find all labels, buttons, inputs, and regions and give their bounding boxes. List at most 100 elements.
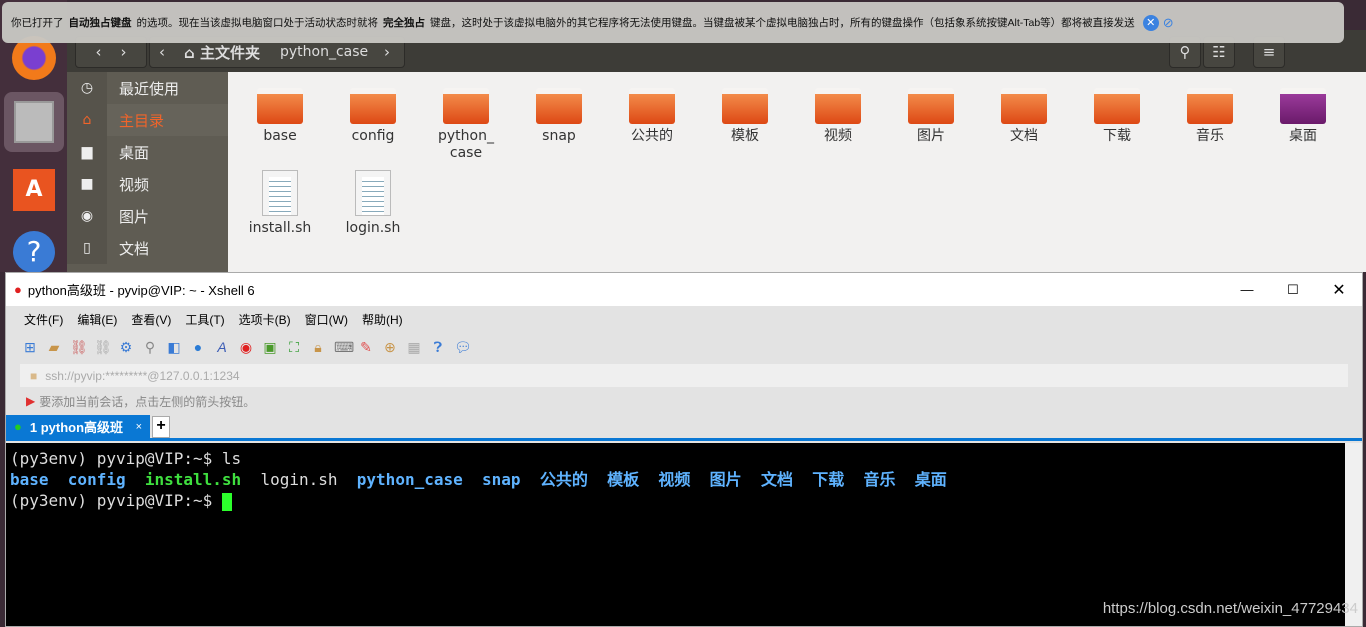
- file-label: 图片: [917, 128, 945, 144]
- connect-icon[interactable]: ⛓: [70, 339, 88, 356]
- sidebar-item-recent[interactable]: ◷ 最近使用: [67, 72, 228, 104]
- new-tab-button[interactable]: +: [152, 416, 170, 438]
- file-item[interactable]: 下载: [1071, 88, 1163, 145]
- clock-icon: ◷: [67, 72, 107, 104]
- folder-icon: [908, 88, 954, 124]
- terminal[interactable]: (py3env) pyvip@VIP:~$ ls base config inst…: [6, 443, 1346, 626]
- sidebar-label: 桌面: [119, 143, 150, 162]
- file-label: 下载: [1103, 128, 1131, 144]
- ls-entry: install.sh: [144, 470, 242, 489]
- path-python-case[interactable]: python_case: [270, 44, 378, 60]
- files-app-icon[interactable]: [4, 92, 64, 152]
- address-bar[interactable]: ■ ssh://pyvip:*********@127.0.0.1:1234: [20, 364, 1348, 387]
- xftp-icon[interactable]: ▣: [262, 339, 278, 356]
- tab-session[interactable]: ● 1 python高级班 ×: [6, 415, 150, 438]
- menu-edit[interactable]: 编辑(E): [77, 311, 117, 328]
- toolbar: ⊞ ▰ ⛓ ⛓ ⚙ ⚲ ◧ ● A ◉ ▣ ⛶ 🔒︎ ⌨ ✎ ⊕ ▦ ❓︎ 💬︎: [6, 332, 1362, 362]
- terminal-scrollbar[interactable]: [1345, 443, 1362, 626]
- menu-help[interactable]: 帮助(H): [362, 311, 403, 328]
- folder-icon: [722, 88, 768, 124]
- xshell-icon[interactable]: ◉: [238, 339, 254, 356]
- file-item[interactable]: login.sh: [327, 170, 419, 237]
- open-folder-icon[interactable]: ▰: [46, 339, 62, 356]
- no-notify-icon[interactable]: ⊘: [1163, 15, 1174, 31]
- file-item[interactable]: 音乐: [1164, 88, 1256, 145]
- script-file-icon: [355, 170, 391, 216]
- file-label: config: [351, 128, 395, 144]
- ls-entry: 图片: [709, 470, 742, 489]
- file-grid: base config python_ case snap 公共的 模板 视频 图片 文档 下载 音…: [228, 72, 1366, 272]
- document-icon: ▯: [67, 232, 107, 264]
- bookmark-arrow-icon[interactable]: ▶: [26, 394, 35, 408]
- file-manager-window: ‹ › ‹ ⌂ 主文件夹 python_case › ⚲ ☷ ≡ ◷ 最近使用 ⌂…: [67, 30, 1366, 272]
- file-item[interactable]: 模板: [699, 88, 791, 145]
- help-icon[interactable]: ❓︎: [430, 339, 446, 356]
- file-item[interactable]: config: [327, 88, 419, 145]
- folder-icon: [443, 88, 489, 124]
- close-button[interactable]: ✕: [1316, 280, 1362, 300]
- find-icon[interactable]: ⚲: [142, 339, 158, 356]
- menu-view[interactable]: 查看(V): [131, 311, 171, 328]
- path-left-arrow[interactable]: ‹: [150, 43, 174, 61]
- disconnect-icon[interactable]: ⛓: [94, 339, 112, 356]
- file-item[interactable]: 图片: [885, 88, 977, 145]
- tab-close-icon[interactable]: ×: [136, 421, 142, 433]
- folder-icon: [350, 88, 396, 124]
- maximize-button[interactable]: ☐: [1270, 282, 1316, 298]
- file-item[interactable]: base: [234, 88, 326, 145]
- properties-icon[interactable]: ⚙: [118, 339, 134, 356]
- font-icon[interactable]: A: [214, 339, 230, 355]
- new-session-icon[interactable]: ⊞: [22, 339, 38, 356]
- ls-entry: config: [67, 470, 126, 489]
- sidebar-item-documents[interactable]: ▯ 文档: [67, 232, 228, 264]
- menu-file[interactable]: 文件(F): [24, 311, 63, 328]
- keyboard-icon[interactable]: ⌨: [334, 339, 354, 356]
- ls-entry: 模板: [607, 470, 640, 489]
- notif-bold: 完全独占: [383, 17, 425, 29]
- minimize-button[interactable]: —: [1224, 282, 1270, 297]
- file-label: 桌面: [1289, 128, 1317, 144]
- file-item[interactable]: python_ case: [420, 88, 512, 162]
- file-item[interactable]: snap: [513, 88, 605, 145]
- highlight-icon[interactable]: ✎: [358, 339, 374, 356]
- path-right-arrow[interactable]: ›: [384, 43, 404, 61]
- menu-tabs[interactable]: 选项卡(B): [239, 311, 291, 328]
- file-item[interactable]: install.sh: [234, 170, 326, 237]
- transfer-icon[interactable]: ◧: [166, 339, 182, 356]
- lock-icon[interactable]: 🔒︎: [310, 339, 326, 356]
- sidebar-label: 文档: [119, 239, 150, 258]
- sidebar-item-desktop[interactable]: ▆ 桌面: [67, 136, 228, 168]
- sidebar-label: 图片: [119, 207, 150, 226]
- breadcrumb-home: 主文件夹: [199, 43, 260, 62]
- sidebar-label: 主目录: [119, 111, 165, 130]
- menu-window[interactable]: 窗口(W): [305, 311, 348, 328]
- tab-bar: ● 1 python高级班 × +: [6, 415, 1362, 441]
- globe-icon[interactable]: ●: [190, 339, 206, 355]
- add-tab-icon[interactable]: ⊕: [382, 339, 398, 356]
- folder-icon: [257, 88, 303, 124]
- file-item[interactable]: 桌面: [1257, 88, 1349, 145]
- file-item[interactable]: 文档: [978, 88, 1070, 145]
- software-center-icon[interactable]: A: [4, 160, 64, 220]
- terminal-line: (py3env) pyvip@VIP:~$ ls: [10, 449, 242, 468]
- window-title: python高级班 - pyvip@VIP: ~ - Xshell 6: [27, 283, 255, 298]
- layout-icon[interactable]: ▦: [406, 339, 422, 356]
- sidebar-item-pictures[interactable]: ◉ 图片: [67, 200, 228, 232]
- menu-tools[interactable]: 工具(T): [185, 311, 224, 328]
- file-label: 文档: [1010, 128, 1038, 144]
- close-notification-icon[interactable]: ✕: [1142, 14, 1159, 31]
- file-label: snap: [542, 128, 576, 144]
- chat-icon[interactable]: 💬︎: [454, 339, 472, 356]
- folder-icon: [1094, 88, 1140, 124]
- folder-icon: ▆: [67, 136, 107, 168]
- ls-entry: 公共的: [539, 470, 588, 489]
- sidebar-label: 最近使用: [119, 79, 180, 98]
- sidebar-item-videos[interactable]: ■ 视频: [67, 168, 228, 200]
- path-home[interactable]: ⌂ 主文件夹: [174, 42, 270, 63]
- file-item[interactable]: 视频: [792, 88, 884, 145]
- file-label: 模板: [731, 128, 759, 144]
- fullscreen-icon[interactable]: ⛶: [286, 339, 302, 356]
- file-item[interactable]: 公共的: [606, 88, 698, 145]
- watermark: https://blog.csdn.net/weixin_47729434: [1102, 600, 1358, 617]
- sidebar-item-home[interactable]: ⌂ 主目录: [67, 104, 228, 136]
